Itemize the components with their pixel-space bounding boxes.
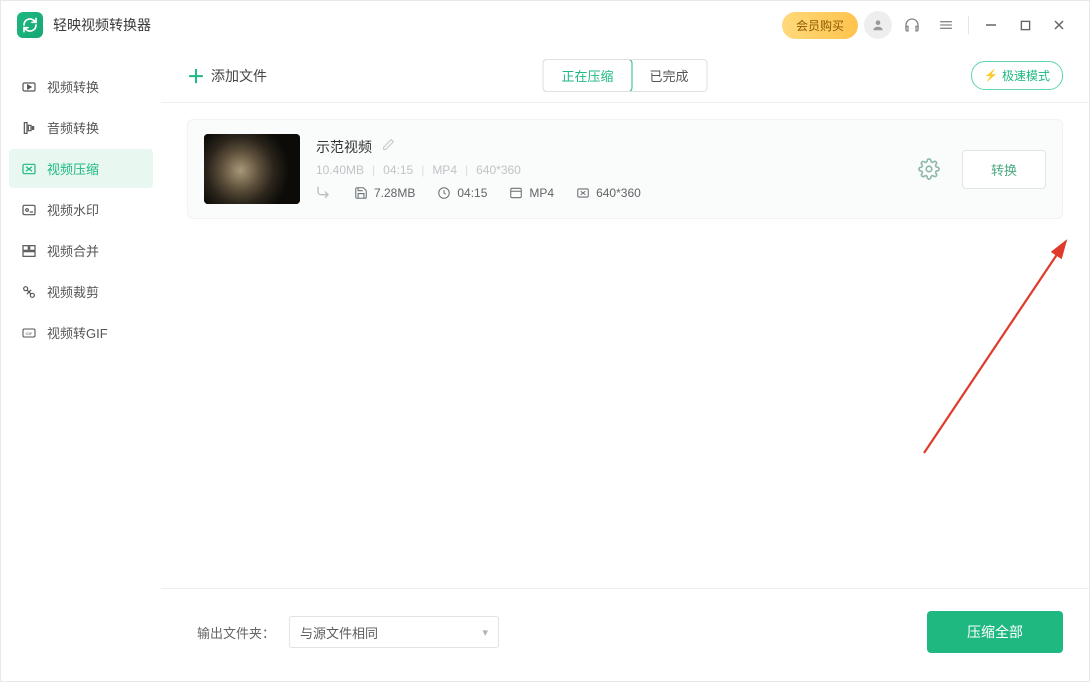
tab-pending[interactable]: 正在压缩 xyxy=(542,59,632,92)
merge-icon xyxy=(21,243,37,259)
sidebar-item-label: 视频转GIF xyxy=(47,323,108,342)
arrow-down-right-icon xyxy=(316,185,332,202)
edit-name-icon[interactable] xyxy=(382,138,395,156)
output-folder-label: 输出文件夹： xyxy=(197,623,275,642)
output-format: MP4 xyxy=(529,186,554,200)
chevron-down-icon: ▾ xyxy=(482,626,488,639)
convert-button[interactable]: 转换 xyxy=(962,150,1046,189)
source-meta: 10.40MB| 04:15| MP4| 640*360 xyxy=(316,163,896,177)
app-logo-icon xyxy=(17,12,43,38)
source-size: 10.40MB xyxy=(316,163,364,177)
tab-done[interactable]: 已完成 xyxy=(632,60,707,91)
vip-buy-button[interactable]: 会员购买 xyxy=(782,12,858,39)
output-resolution-item: 640*360 xyxy=(576,186,641,200)
output-folder-value: 与源文件相同 xyxy=(300,623,378,642)
sidebar-item-gif[interactable]: GIF 视频转GIF xyxy=(9,313,153,352)
annotation-arrow xyxy=(916,233,1086,463)
app-window: 轻映视频转换器 会员购买 xyxy=(0,0,1090,682)
user-icon[interactable] xyxy=(864,11,892,39)
minimize-button[interactable] xyxy=(977,11,1005,39)
sidebar-item-watermark[interactable]: 视频水印 xyxy=(9,190,153,229)
source-format: MP4 xyxy=(432,163,457,177)
titlebar: 轻映视频转换器 会员购买 xyxy=(1,1,1089,49)
film-icon xyxy=(509,186,523,200)
sidebar-item-crop[interactable]: 视频裁剪 xyxy=(9,272,153,311)
output-resolution: 640*360 xyxy=(596,186,641,200)
video-thumbnail[interactable] xyxy=(204,134,300,204)
output-duration-item: 04:15 xyxy=(437,186,487,200)
speed-mode-button[interactable]: ⚡ 极速模式 xyxy=(971,61,1063,90)
footer: 输出文件夹： 与源文件相同 ▾ 压缩全部 xyxy=(161,588,1089,681)
file-card: 示范视频 10.40MB| 04:15| MP4| 640*360 xyxy=(187,119,1063,219)
file-title: 示范视频 xyxy=(316,137,372,157)
clock-icon xyxy=(437,186,451,200)
settings-gear-button[interactable] xyxy=(912,152,946,186)
main: 视频转换 音频转换 视频压缩 视频水印 视频合并 视频裁剪 xyxy=(1,49,1089,681)
content: ＋ 添加文件 正在压缩 已完成 ⚡ 极速模式 xyxy=(161,49,1089,681)
maximize-button[interactable] xyxy=(1011,11,1039,39)
divider xyxy=(968,16,969,34)
file-list: 示范视频 10.40MB| 04:15| MP4| 640*360 xyxy=(161,103,1089,588)
video-convert-icon xyxy=(21,79,37,95)
watermark-icon xyxy=(21,202,37,218)
gear-icon xyxy=(918,158,940,180)
plus-icon: ＋ xyxy=(187,63,205,89)
app-title: 轻映视频转换器 xyxy=(53,15,151,35)
sidebar-item-audio-convert[interactable]: 音频转换 xyxy=(9,108,153,147)
add-file-button[interactable]: ＋ 添加文件 xyxy=(187,63,267,89)
source-duration: 04:15 xyxy=(383,163,413,177)
audio-convert-icon xyxy=(21,120,37,136)
sidebar-item-label: 音频转换 xyxy=(47,118,99,137)
output-duration: 04:15 xyxy=(457,186,487,200)
sidebar-item-merge[interactable]: 视频合并 xyxy=(9,231,153,270)
compress-all-button[interactable]: 压缩全部 xyxy=(927,611,1063,653)
output-format-item: MP4 xyxy=(509,186,554,200)
toolbar: ＋ 添加文件 正在压缩 已完成 ⚡ 极速模式 xyxy=(161,49,1089,103)
titlebar-right: 会员购买 xyxy=(782,11,1073,39)
source-resolution: 640*360 xyxy=(476,163,521,177)
output-meta: 7.28MB 04:15 MP4 xyxy=(316,185,896,202)
gif-icon: GIF xyxy=(21,325,37,341)
file-info: 示范视频 10.40MB| 04:15| MP4| 640*360 xyxy=(316,137,896,202)
close-button[interactable] xyxy=(1045,11,1073,39)
sidebar-item-video-compress[interactable]: 视频压缩 xyxy=(9,149,153,188)
headphone-icon[interactable] xyxy=(898,11,926,39)
speed-mode-label: 极速模式 xyxy=(1002,67,1050,84)
video-compress-icon xyxy=(21,161,37,177)
disk-icon xyxy=(354,186,368,200)
crop-icon xyxy=(21,284,37,300)
output-size-item: 7.28MB xyxy=(354,186,415,200)
sidebar-item-label: 视频水印 xyxy=(47,200,99,219)
sidebar-item-label: 视频转换 xyxy=(47,77,99,96)
status-tabs: 正在压缩 已完成 xyxy=(542,59,707,92)
titlebar-left: 轻映视频转换器 xyxy=(17,12,151,38)
sidebar-item-label: 视频裁剪 xyxy=(47,282,99,301)
svg-text:GIF: GIF xyxy=(26,331,33,336)
sidebar-item-label: 视频合并 xyxy=(47,241,99,260)
sidebar: 视频转换 音频转换 视频压缩 视频水印 视频合并 视频裁剪 xyxy=(1,49,161,681)
sidebar-item-label: 视频压缩 xyxy=(47,159,99,178)
sidebar-item-video-convert[interactable]: 视频转换 xyxy=(9,67,153,106)
output-folder-select[interactable]: 与源文件相同 ▾ xyxy=(289,616,499,648)
output-size: 7.28MB xyxy=(374,186,415,200)
menu-icon[interactable] xyxy=(932,11,960,39)
bolt-icon: ⚡ xyxy=(984,69,998,82)
add-file-label: 添加文件 xyxy=(211,66,267,86)
resolution-icon xyxy=(576,186,590,200)
